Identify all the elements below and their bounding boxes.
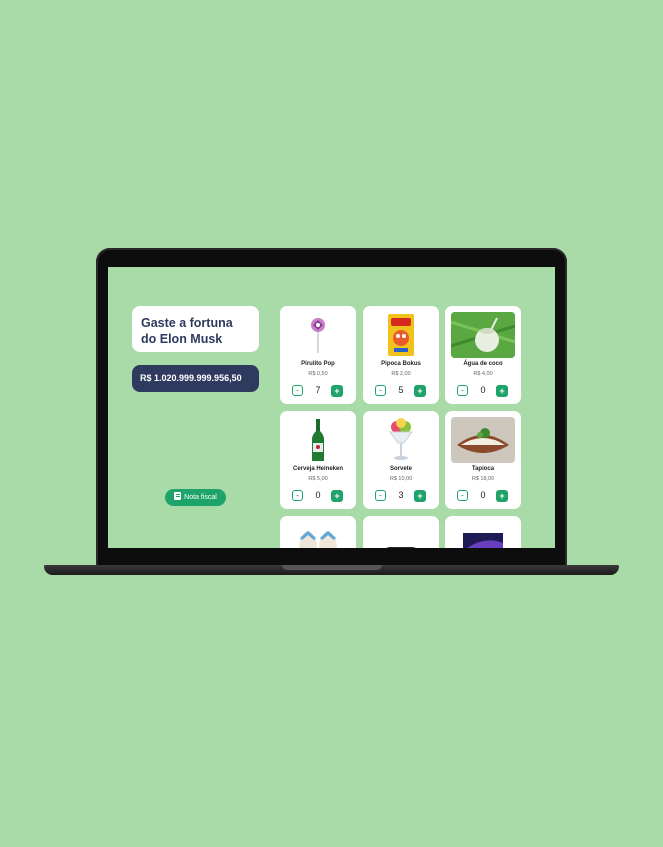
- product-price: R$ 0,50: [308, 371, 328, 377]
- quantity-value: 0: [480, 385, 486, 395]
- product-card: Cerveja Heineken R$ 5,00 - 0 +: [280, 411, 356, 509]
- tv-image: [451, 522, 515, 548]
- beer-bottle-image: [286, 417, 350, 463]
- product-card: [363, 516, 439, 548]
- product-price: R$ 4,00: [473, 371, 493, 377]
- speaker-image: [369, 522, 433, 548]
- increase-button[interactable]: +: [331, 490, 343, 502]
- product-name: Pirulito Pop: [301, 361, 335, 367]
- product-name: Tapioca: [471, 466, 495, 472]
- product-card: [280, 516, 356, 548]
- decrease-button[interactable]: -: [292, 385, 303, 396]
- product-name: Cerveja Heineken: [292, 466, 344, 472]
- increase-button[interactable]: +: [496, 385, 508, 397]
- decrease-button[interactable]: -: [457, 385, 468, 396]
- quantity-value: 0: [480, 490, 486, 500]
- product-card: Água de coco R$ 4,00 - 0 +: [445, 306, 521, 404]
- product-card: Sorvete R$ 10,00 - 3 +: [363, 411, 439, 509]
- page-title-line2: do Elon Musk: [141, 332, 223, 346]
- product-price: R$ 10,00: [389, 476, 413, 482]
- ice-cream-image: [369, 417, 433, 463]
- product-card: [445, 516, 521, 548]
- product-name: Água de coco: [463, 361, 503, 367]
- product-card: Pirulito Pop R$ 0,50 - 7 +: [280, 306, 356, 404]
- product-price: R$ 5,00: [308, 476, 328, 482]
- product-card: Pipoca Bokus R$ 2,00 - 5 +: [363, 306, 439, 404]
- quantity-value: 0: [315, 490, 321, 500]
- tapioca-image: [451, 417, 515, 463]
- quantity-value: 5: [398, 385, 404, 395]
- increase-button[interactable]: +: [331, 385, 343, 397]
- decrease-button[interactable]: -: [292, 490, 303, 501]
- increase-button[interactable]: +: [414, 490, 426, 502]
- product-price: R$ 2,00: [391, 371, 411, 377]
- quantity-value: 7: [315, 385, 321, 395]
- product-card: Tapioca R$ 18,00 - 0 +: [445, 411, 521, 509]
- app-screen: Gaste a fortuna do Elon Musk R$ 1.020.99…: [108, 267, 555, 548]
- laptop-notch: [282, 565, 382, 570]
- flip-flops-image: [286, 522, 350, 548]
- receipt-icon: [174, 492, 182, 501]
- lollipop-image: [286, 312, 350, 358]
- increase-button[interactable]: +: [496, 490, 508, 502]
- invoice-button-label: Nota fiscal: [184, 494, 217, 501]
- product-name: Pipoca Bokus: [381, 361, 421, 367]
- product-price: R$ 18,00: [471, 476, 495, 482]
- decrease-button[interactable]: -: [457, 490, 468, 501]
- decrease-button[interactable]: -: [375, 490, 386, 501]
- quantity-value: 3: [398, 490, 404, 500]
- product-name: Sorvete: [389, 466, 412, 472]
- popcorn-bag-image: [369, 312, 433, 358]
- title-card: Gaste a fortuna do Elon Musk: [132, 306, 259, 352]
- decrease-button[interactable]: -: [375, 385, 386, 396]
- balance-badge: R$ 1.020.999.999.956,50: [132, 365, 259, 392]
- increase-button[interactable]: +: [414, 385, 426, 397]
- coconut-image: [451, 312, 515, 358]
- invoice-button[interactable]: Nota fiscal: [165, 489, 226, 506]
- page-title-line1: Gaste a fortuna: [141, 316, 233, 330]
